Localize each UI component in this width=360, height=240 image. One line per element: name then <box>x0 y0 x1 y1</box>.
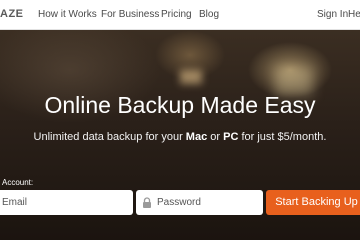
email-field[interactable] <box>0 190 133 215</box>
nav-for-business[interactable]: For Business <box>101 9 159 20</box>
top-navigation-bar: AZE How it Works For Business Pricing Bl… <box>0 0 360 30</box>
subline-prefix: Unlimited data backup for your <box>33 131 186 143</box>
account-label: Account: <box>2 178 34 187</box>
password-field[interactable] <box>136 190 263 215</box>
logo[interactable]: AZE <box>0 8 24 20</box>
nav-pricing[interactable]: Pricing <box>161 9 192 20</box>
subline-or: or <box>207 131 224 143</box>
subline-mac: Mac <box>185 131 208 143</box>
password-field-container <box>136 190 263 215</box>
subline-pc: PC <box>223 131 239 143</box>
email-field-container <box>0 190 133 215</box>
nav-help[interactable]: He <box>348 9 360 20</box>
hero-headline: Online Backup Made Easy <box>44 92 316 118</box>
start-backing-up-button[interactable]: Start Backing Up <box>266 190 360 215</box>
nav-sign-in[interactable]: Sign In <box>317 9 348 20</box>
nav-how-it-works[interactable]: How it Works <box>38 9 97 20</box>
subline-suffix: for just $5/month. <box>238 131 327 143</box>
background-lamp-light <box>180 70 202 84</box>
hero-subline: Unlimited data backup for your Mac or PC… <box>0 131 360 143</box>
nav-blog[interactable]: Blog <box>199 9 219 20</box>
